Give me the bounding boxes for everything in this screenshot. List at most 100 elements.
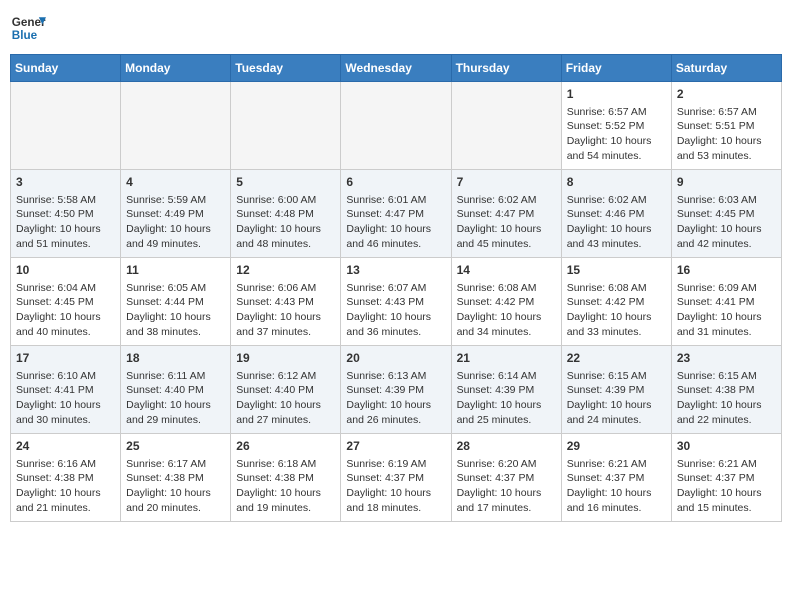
day-info: and 29 minutes. (126, 413, 225, 428)
day-number: 6 (346, 174, 445, 191)
day-info: and 27 minutes. (236, 413, 335, 428)
calendar-day-cell: 1 Sunrise: 6:57 AMSunset: 5:52 PMDaylight… (561, 82, 671, 170)
calendar-day-cell: 14Sunrise: 6:08 AMSunset: 4:42 PMDayligh… (451, 258, 561, 346)
day-info: Daylight: 10 hours (567, 486, 666, 501)
day-info: Sunset: 4:47 PM (457, 207, 556, 222)
day-info: Daylight: 10 hours (567, 134, 666, 149)
day-info: Sunset: 4:40 PM (126, 383, 225, 398)
calendar-day-cell: 30Sunrise: 6:21 AMSunset: 4:37 PMDayligh… (671, 434, 781, 522)
calendar-day-cell: 4Sunrise: 5:59 AMSunset: 4:49 PMDaylight… (121, 170, 231, 258)
day-of-week-header: Wednesday (341, 55, 451, 82)
day-info: and 37 minutes. (236, 325, 335, 340)
day-info: Daylight: 10 hours (16, 310, 115, 325)
day-info: Daylight: 10 hours (457, 398, 556, 413)
calendar-day-cell: 9 Sunrise: 6:03 AMSunset: 4:45 PMDaylight… (671, 170, 781, 258)
logo: General Blue (10, 10, 46, 46)
calendar-day-cell: 20Sunrise: 6:13 AMSunset: 4:39 PMDayligh… (341, 346, 451, 434)
logo-icon: General Blue (10, 10, 46, 46)
calendar-week-row: 1Sunrise: 6:57 AMSunset: 5:52 PMDaylight… (11, 82, 782, 170)
day-info: Sunrise: 6:00 AM (236, 193, 335, 208)
day-info: Sunset: 4:43 PM (236, 295, 335, 310)
calendar-day-cell: 7Sunrise: 6:02 AMSunset: 4:47 PMDaylight… (451, 170, 561, 258)
day-info: and 45 minutes. (457, 237, 556, 252)
calendar-day-cell: 13Sunrise: 6:07 AMSunset: 4:43 PMDayligh… (341, 258, 451, 346)
calendar-day-cell: 12Sunrise: 6:06 AMSunset: 4:43 PMDayligh… (231, 258, 341, 346)
day-info: Sunrise: 6:09 AM (677, 281, 776, 296)
day-info: and 24 minutes. (567, 413, 666, 428)
day-info: Sunrise: 6:57 AM (567, 105, 666, 120)
calendar-day-cell: 25Sunrise: 6:17 AMSunset: 4:38 PMDayligh… (121, 434, 231, 522)
day-of-week-header: Friday (561, 55, 671, 82)
day-info: Sunset: 4:41 PM (677, 295, 776, 310)
day-info: Sunset: 4:38 PM (126, 471, 225, 486)
day-info: Daylight: 10 hours (126, 222, 225, 237)
calendar-day-cell: 23Sunrise: 6:15 AMSunset: 4:38 PMDayligh… (671, 346, 781, 434)
day-info: Sunrise: 6:57 AM (677, 105, 776, 120)
calendar-week-row: 24Sunrise: 6:16 AMSunset: 4:38 PMDayligh… (11, 434, 782, 522)
day-info: Sunrise: 6:03 AM (677, 193, 776, 208)
day-info: Sunset: 4:44 PM (126, 295, 225, 310)
day-info: and 22 minutes. (677, 413, 776, 428)
day-info: Sunset: 4:39 PM (457, 383, 556, 398)
day-number: 24 (16, 438, 115, 455)
day-info: Sunset: 4:37 PM (346, 471, 445, 486)
day-of-week-header: Sunday (11, 55, 121, 82)
day-info: Daylight: 10 hours (677, 134, 776, 149)
day-info: Sunrise: 6:01 AM (346, 193, 445, 208)
day-info: Sunset: 4:49 PM (126, 207, 225, 222)
day-info: Daylight: 10 hours (677, 310, 776, 325)
day-info: Sunset: 4:47 PM (346, 207, 445, 222)
day-info: and 48 minutes. (236, 237, 335, 252)
day-number: 14 (457, 262, 556, 279)
day-info: Sunrise: 6:04 AM (16, 281, 115, 296)
day-number: 5 (236, 174, 335, 191)
day-info: and 19 minutes. (236, 501, 335, 516)
day-info: Sunset: 5:52 PM (567, 119, 666, 134)
day-info: Daylight: 10 hours (346, 398, 445, 413)
day-number: 18 (126, 350, 225, 367)
calendar-day-cell: 19Sunrise: 6:12 AMSunset: 4:40 PMDayligh… (231, 346, 341, 434)
calendar-day-cell: 15Sunrise: 6:08 AMSunset: 4:42 PMDayligh… (561, 258, 671, 346)
day-info: Sunrise: 6:11 AM (126, 369, 225, 384)
day-info: Daylight: 10 hours (457, 486, 556, 501)
day-number: 1 (567, 86, 666, 103)
day-number: 8 (567, 174, 666, 191)
day-info: Sunrise: 6:19 AM (346, 457, 445, 472)
day-info: Sunrise: 6:21 AM (677, 457, 776, 472)
day-info: Daylight: 10 hours (457, 222, 556, 237)
calendar-day-cell: 22Sunrise: 6:15 AMSunset: 4:39 PMDayligh… (561, 346, 671, 434)
day-info: Daylight: 10 hours (346, 310, 445, 325)
day-info: Daylight: 10 hours (677, 486, 776, 501)
day-info: and 38 minutes. (126, 325, 225, 340)
calendar-day-cell: 8Sunrise: 6:02 AMSunset: 4:46 PMDaylight… (561, 170, 671, 258)
day-info: Sunrise: 6:02 AM (457, 193, 556, 208)
day-info: Daylight: 10 hours (126, 310, 225, 325)
day-info: Daylight: 10 hours (567, 310, 666, 325)
day-info: Sunset: 4:37 PM (567, 471, 666, 486)
day-number: 21 (457, 350, 556, 367)
day-info: Sunrise: 6:13 AM (346, 369, 445, 384)
day-info: Sunrise: 6:15 AM (677, 369, 776, 384)
day-info: and 36 minutes. (346, 325, 445, 340)
day-info: Sunrise: 6:10 AM (16, 369, 115, 384)
day-number: 15 (567, 262, 666, 279)
day-info: Sunrise: 6:02 AM (567, 193, 666, 208)
day-info: Sunrise: 6:08 AM (567, 281, 666, 296)
calendar-day-cell: 26Sunrise: 6:18 AMSunset: 4:38 PMDayligh… (231, 434, 341, 522)
day-info: Daylight: 10 hours (236, 398, 335, 413)
day-info: Sunset: 4:38 PM (16, 471, 115, 486)
day-info: Sunrise: 5:59 AM (126, 193, 225, 208)
day-info: Sunset: 5:51 PM (677, 119, 776, 134)
day-info: and 17 minutes. (457, 501, 556, 516)
day-info: Daylight: 10 hours (677, 222, 776, 237)
day-info: and 26 minutes. (346, 413, 445, 428)
calendar-table: SundayMondayTuesdayWednesdayThursdayFrid… (10, 54, 782, 522)
day-info: Sunrise: 6:05 AM (126, 281, 225, 296)
day-info: Sunset: 4:45 PM (677, 207, 776, 222)
day-info: and 30 minutes. (16, 413, 115, 428)
day-number: 9 (677, 174, 776, 191)
day-info: Sunset: 4:37 PM (677, 471, 776, 486)
day-number: 22 (567, 350, 666, 367)
calendar-day-cell: 24Sunrise: 6:16 AMSunset: 4:38 PMDayligh… (11, 434, 121, 522)
calendar-day-cell: 29Sunrise: 6:21 AMSunset: 4:37 PMDayligh… (561, 434, 671, 522)
